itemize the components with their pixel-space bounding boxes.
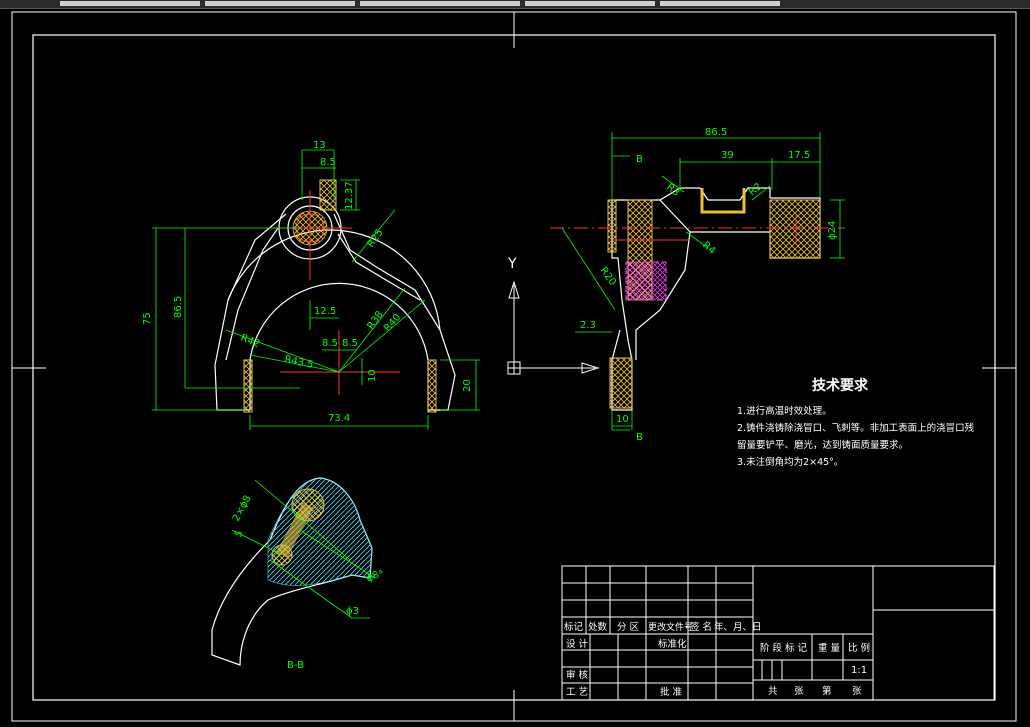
svg-text:75: 75 bbox=[142, 312, 153, 325]
svg-text:B: B bbox=[636, 432, 643, 443]
svg-text:张: 张 bbox=[852, 686, 862, 697]
svg-text:ϕ24: ϕ24 bbox=[827, 221, 838, 240]
svg-text:10: 10 bbox=[367, 369, 378, 382]
tech-note-3: 留量要铲平、磨光，达到铸面质量要求。 bbox=[737, 439, 908, 451]
front-view bbox=[214, 179, 456, 413]
axis-y-label: Y bbox=[507, 256, 517, 272]
svg-text:2.3: 2.3 bbox=[580, 320, 596, 331]
svg-text:年、月、日: 年、月、日 bbox=[714, 621, 762, 633]
svg-text:5: 5 bbox=[233, 529, 246, 540]
svg-text:重 量: 重 量 bbox=[818, 642, 841, 654]
tech-note-4: 3.未注倒角均为2×45°。 bbox=[737, 456, 843, 468]
tech-note-2: 2.铸件浇铸除浇冒口、飞刺等。非加工表面上的浇冒口残 bbox=[737, 422, 975, 434]
svg-text:10: 10 bbox=[616, 414, 629, 425]
svg-text:20: 20 bbox=[462, 379, 473, 392]
side-view bbox=[550, 187, 845, 411]
svg-text:86.5: 86.5 bbox=[173, 296, 184, 318]
svg-text:签 名: 签 名 bbox=[690, 621, 712, 633]
svg-text:更改文件号: 更改文件号 bbox=[648, 621, 693, 633]
svg-text:1:1: 1:1 bbox=[851, 665, 867, 676]
svg-text:13: 13 bbox=[313, 140, 326, 151]
svg-text:R43.5: R43.5 bbox=[283, 354, 314, 371]
title-block bbox=[561, 565, 995, 701]
svg-text:8.5: 8.5 bbox=[322, 338, 338, 349]
svg-text:12.37: 12.37 bbox=[344, 181, 355, 210]
svg-text:R25: R25 bbox=[365, 227, 385, 249]
tech-note-1: 1.进行高温时效处理。 bbox=[737, 405, 832, 417]
svg-text:R20: R20 bbox=[598, 265, 618, 287]
svg-text:86.5: 86.5 bbox=[705, 127, 727, 138]
section-label: B-B bbox=[287, 660, 304, 671]
svg-text:8.5: 8.5 bbox=[320, 157, 336, 168]
svg-text:R4: R4 bbox=[700, 240, 717, 257]
svg-text:阶 段 标 记: 阶 段 标 记 bbox=[760, 642, 808, 654]
svg-text:17.5: 17.5 bbox=[788, 150, 810, 161]
svg-text:B: B bbox=[636, 154, 643, 165]
svg-text:ϕ3: ϕ3 bbox=[346, 606, 359, 617]
svg-text:张: 张 bbox=[794, 686, 804, 697]
svg-text:R2: R2 bbox=[747, 181, 764, 198]
svg-text:处数: 处数 bbox=[588, 621, 608, 633]
svg-text:设 计: 设 计 bbox=[566, 638, 589, 650]
svg-text:工 艺: 工 艺 bbox=[566, 687, 588, 698]
svg-text:标记: 标记 bbox=[564, 621, 584, 633]
svg-text:共: 共 bbox=[768, 686, 778, 697]
svg-text:批 准: 批 准 bbox=[660, 686, 683, 698]
svg-text:73.4: 73.4 bbox=[328, 413, 350, 424]
tech-requirements-title: 技术要求 bbox=[812, 377, 869, 394]
svg-text:标准化: 标准化 bbox=[658, 638, 687, 650]
svg-text:第: 第 bbox=[822, 685, 832, 697]
svg-text:2×ϕ8: 2×ϕ8 bbox=[231, 494, 254, 524]
cad-canvas[interactable]: 13 8.5 12.37 R25 75 86.5 12.5 R38 R40 R4… bbox=[0, 0, 1030, 727]
svg-text:审 核: 审 核 bbox=[566, 669, 589, 681]
section-view bbox=[211, 477, 373, 666]
svg-text:8.5: 8.5 bbox=[342, 338, 358, 349]
svg-text:比 例: 比 例 bbox=[848, 642, 870, 654]
svg-text:12.5: 12.5 bbox=[314, 306, 336, 317]
svg-text:39: 39 bbox=[721, 150, 734, 161]
svg-text:分 区: 分 区 bbox=[617, 622, 640, 633]
